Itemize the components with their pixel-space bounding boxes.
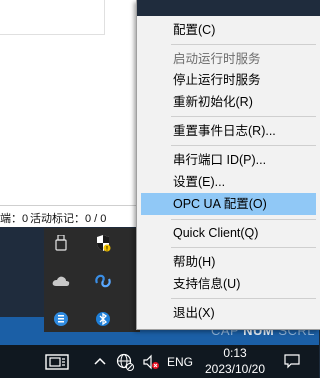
document-pane — [0, 0, 105, 35]
status-left-text: 端：0 — [0, 213, 29, 225]
menu-top-strip — [137, 0, 320, 16]
menu-separator — [171, 116, 316, 117]
show-hidden-icons-chevron-up-icon[interactable] — [93, 354, 107, 368]
menu-item-settings[interactable]: 设置(E)... — [141, 171, 316, 193]
tray-overflow-flyout: ! — [44, 228, 140, 332]
kepserver-icon[interactable] — [92, 270, 114, 292]
app-status-bar: 端：0 活动标记：0 / 0 — [0, 205, 140, 228]
menu-item-help[interactable]: 帮助(H) — [141, 251, 316, 273]
menu-item-support-info[interactable]: 支持信息(U) — [141, 273, 316, 295]
onedrive-cloud-icon[interactable] — [50, 270, 72, 292]
volume-muted-icon[interactable] — [141, 352, 161, 372]
menu-item-serial-port-id[interactable]: 串行端口 ID(P)... — [141, 149, 316, 171]
menu-separator — [171, 145, 316, 146]
security-shield-icon[interactable]: ! — [92, 232, 114, 254]
svg-text:!: ! — [106, 247, 108, 253]
menu-item-reinitialize[interactable]: 重新初始化(R) — [141, 91, 316, 113]
task-view-icon[interactable] — [44, 351, 70, 373]
menu-separator — [171, 247, 316, 248]
network-globe-icon[interactable] — [115, 352, 135, 372]
menu-item-reset-event-log[interactable]: 重置事件日志(R)... — [141, 120, 316, 142]
menu-item-opc-ua-configuration[interactable]: OPC UA 配置(O) — [141, 193, 316, 215]
status-activity-text: 活动标记：0 / 0 — [30, 213, 107, 225]
clock-date: 2023/10/20 — [204, 362, 266, 376]
menu-separator — [171, 44, 316, 45]
input-language-indicator[interactable]: ENG — [165, 353, 195, 371]
menu-item-start-runtime[interactable]: 启动运行时服务 — [141, 48, 316, 70]
bluetooth-icon[interactable] — [92, 308, 114, 330]
app-blue-icon[interactable] — [50, 308, 72, 330]
menu-item-configuration[interactable]: 配置(C) — [141, 19, 316, 41]
menu-item-stop-runtime[interactable]: 停止运行时服务 — [141, 69, 316, 91]
usb-drive-icon[interactable] — [50, 232, 72, 254]
background-app-window — [0, 0, 140, 205]
menu-separator — [171, 219, 316, 220]
menu-item-exit[interactable]: 退出(X) — [141, 302, 316, 324]
menu-separator — [171, 298, 316, 299]
taskbar-clock[interactable]: 0:13 2023/10/20 — [196, 345, 274, 378]
tray-context-menu: 配置(C) 启动运行时服务 停止运行时服务 重新初始化(R) 重置事件日志(R)… — [136, 0, 320, 330]
notification-icon[interactable] — [283, 352, 301, 370]
menu-item-quick-client[interactable]: Quick Client(Q) — [141, 222, 316, 244]
clock-time: 0:13 — [223, 346, 247, 360]
